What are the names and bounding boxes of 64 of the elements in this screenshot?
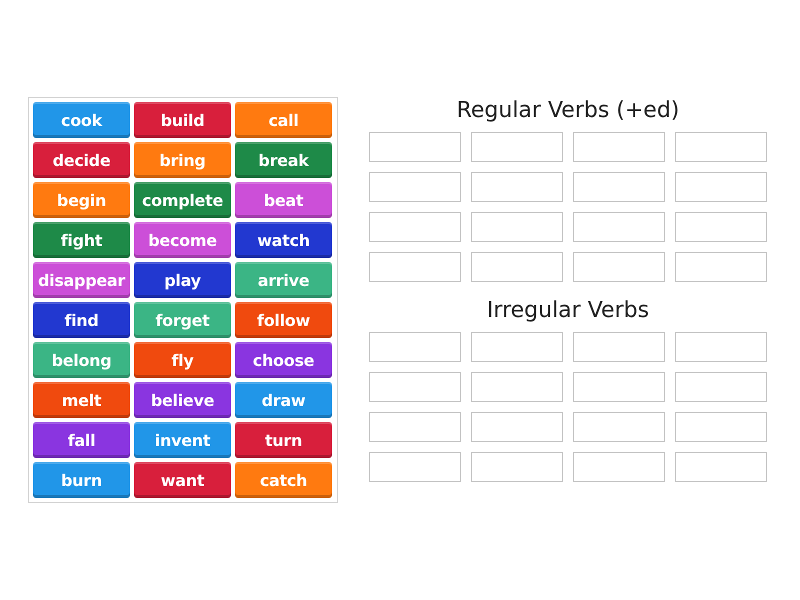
drop-slot[interactable] [675, 132, 767, 162]
drop-slot[interactable] [471, 252, 563, 282]
word-tile[interactable]: want [134, 462, 231, 498]
word-tile[interactable]: draw [235, 382, 332, 418]
word-tile[interactable]: break [235, 142, 332, 178]
word-tile[interactable]: fall [33, 422, 130, 458]
drop-slot[interactable] [675, 372, 767, 402]
drop-slot[interactable] [369, 212, 461, 242]
drop-slot[interactable] [675, 412, 767, 442]
word-tile[interactable]: fly [134, 342, 231, 378]
group-title: Regular Verbs (+ed) [456, 97, 680, 125]
drop-slot[interactable] [675, 332, 767, 362]
word-tile[interactable]: complete [134, 182, 231, 218]
drop-slot[interactable] [369, 412, 461, 442]
word-tile[interactable]: decide [33, 142, 130, 178]
word-tile[interactable]: fight [33, 222, 130, 258]
word-tile[interactable]: follow [235, 302, 332, 338]
drop-slot[interactable] [369, 372, 461, 402]
word-tile[interactable]: catch [235, 462, 332, 498]
drop-slot[interactable] [471, 172, 563, 202]
drop-slot[interactable] [369, 252, 461, 282]
drop-slot[interactable] [675, 212, 767, 242]
drop-slot[interactable] [369, 332, 461, 362]
drop-slot[interactable] [573, 372, 665, 402]
drop-slot[interactable] [573, 412, 665, 442]
drop-slot[interactable] [471, 332, 563, 362]
word-tile[interactable]: play [134, 262, 231, 298]
word-tile[interactable]: become [134, 222, 231, 258]
drop-slot[interactable] [369, 172, 461, 202]
word-tile[interactable]: turn [235, 422, 332, 458]
drop-slot[interactable] [675, 452, 767, 482]
word-tile[interactable]: belong [33, 342, 130, 378]
drop-slot[interactable] [369, 132, 461, 162]
drop-slot[interactable] [573, 452, 665, 482]
word-tile[interactable]: begin [33, 182, 130, 218]
word-tile[interactable]: find [33, 302, 130, 338]
drop-slot[interactable] [471, 412, 563, 442]
drop-slot[interactable] [675, 252, 767, 282]
drop-slot[interactable] [471, 132, 563, 162]
word-tile[interactable]: bring [134, 142, 231, 178]
drop-slot[interactable] [471, 212, 563, 242]
word-tile[interactable]: arrive [235, 262, 332, 298]
word-tile[interactable]: beat [235, 182, 332, 218]
drop-slot[interactable] [573, 252, 665, 282]
word-tile[interactable]: choose [235, 342, 332, 378]
word-tile[interactable]: cook [33, 102, 130, 138]
word-tile[interactable]: disappear [33, 262, 130, 298]
word-tile[interactable]: burn [33, 462, 130, 498]
word-tile[interactable]: invent [134, 422, 231, 458]
drop-slot[interactable] [471, 372, 563, 402]
word-tile[interactable]: build [134, 102, 231, 138]
word-tile[interactable]: forget [134, 302, 231, 338]
drop-slot[interactable] [369, 452, 461, 482]
drop-slot[interactable] [573, 172, 665, 202]
drop-slot[interactable] [471, 452, 563, 482]
drop-slot[interactable] [573, 212, 665, 242]
drop-slot[interactable] [675, 172, 767, 202]
drop-slot[interactable] [573, 132, 665, 162]
group-title: Irregular Verbs [486, 297, 650, 325]
word-tile[interactable]: believe [134, 382, 231, 418]
word-tile[interactable]: call [235, 102, 332, 138]
drop-slot[interactable] [573, 332, 665, 362]
word-tile[interactable]: watch [235, 222, 332, 258]
word-tile[interactable]: melt [33, 382, 130, 418]
